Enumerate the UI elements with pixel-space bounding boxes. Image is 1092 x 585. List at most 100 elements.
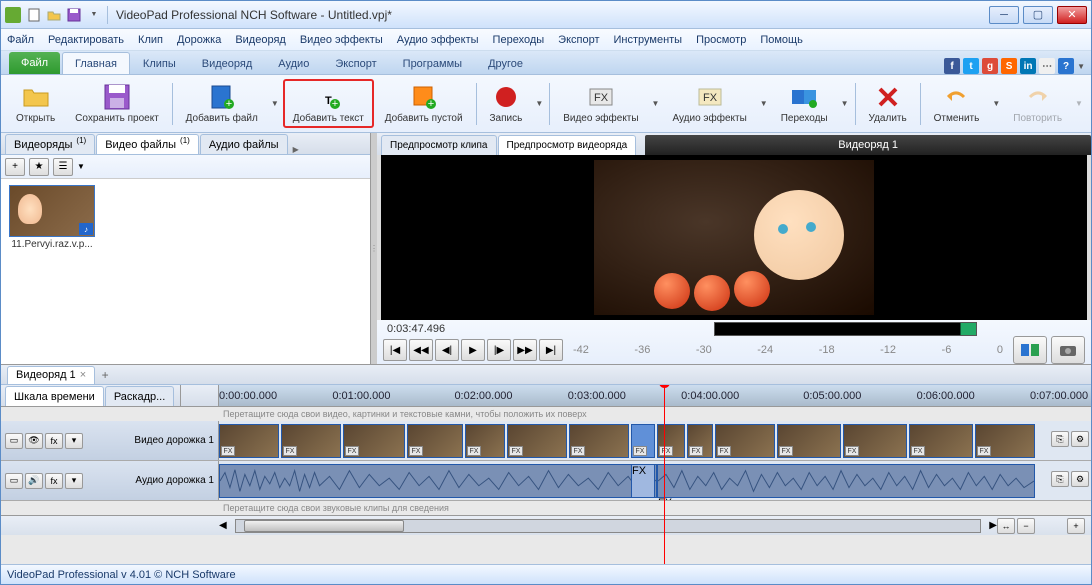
prev-frame-button[interactable]: ◀◀ (409, 339, 433, 361)
atrack-menu-icon[interactable]: ▾ (65, 473, 83, 489)
audio-track-content[interactable]: FX FX ⎘ ⚙ (219, 461, 1091, 500)
zoom-in-button[interactable]: + (1067, 518, 1085, 534)
audio-fx-dropdown[interactable]: ▼ (758, 79, 770, 128)
transitions-button[interactable]: Переходы (772, 79, 837, 128)
playhead[interactable] (664, 385, 665, 564)
track-menu-icon[interactable]: ▾ (65, 433, 83, 449)
menu-view[interactable]: Просмотр (696, 34, 746, 46)
open-button[interactable]: Открыть (7, 79, 64, 128)
zoom-fit-button[interactable]: ↔ (997, 518, 1015, 534)
bin-view-dropdown[interactable]: ▼ (77, 162, 85, 171)
track-fx-icon[interactable]: fx (45, 433, 63, 449)
ribbon-tab-programs[interactable]: Программы (390, 52, 475, 74)
qat-new-icon[interactable] (25, 6, 43, 24)
menu-track[interactable]: Дорожка (177, 34, 221, 46)
add-file-button[interactable]: + Добавить файл (177, 79, 267, 128)
ribbon-tab-file[interactable]: Файл (9, 52, 60, 74)
menu-export[interactable]: Экспорт (558, 34, 599, 46)
track-mute-icon[interactable]: ▭ (5, 433, 23, 449)
twitter-icon[interactable]: t (963, 58, 979, 74)
scroll-left-icon[interactable]: ◀ (219, 520, 227, 531)
preview-viewport[interactable] (381, 155, 1087, 320)
qat-save-icon[interactable] (65, 6, 83, 24)
track-view-icon[interactable]: 👁 (25, 433, 43, 449)
close-button[interactable]: ✕ (1057, 6, 1087, 24)
video-fx-button[interactable]: FX Видео эффекты (554, 79, 647, 128)
ribbon-tab-audio[interactable]: Аудио (265, 52, 322, 74)
minimize-button[interactable]: ─ (989, 6, 1019, 24)
menu-videofx[interactable]: Видео эффекты (300, 34, 383, 46)
transitions-dropdown[interactable]: ▼ (839, 79, 851, 128)
googleplus-icon[interactable]: g (982, 58, 998, 74)
add-text-button[interactable]: T+ Добавить текст (283, 79, 374, 128)
next-frame-button[interactable]: ▶▶ (513, 339, 537, 361)
add-file-dropdown[interactable]: ▼ (269, 79, 281, 128)
preview-tab-sequence[interactable]: Предпросмотр видеоряда (498, 135, 637, 155)
atrack-mute-icon[interactable]: ▭ (5, 473, 23, 489)
atrack-opts-icon[interactable]: ⚙ (1071, 471, 1089, 487)
redo-dropdown[interactable]: ▼ (1073, 79, 1085, 128)
atrack-solo-icon[interactable]: 🔊 (25, 473, 43, 489)
redo-button[interactable]: Повторить (1004, 79, 1071, 128)
menu-sequence[interactable]: Видеоряд (235, 34, 286, 46)
ribbon-tab-export[interactable]: Экспорт (322, 52, 389, 74)
ribbon-tab-sequence[interactable]: Видеоряд (189, 52, 266, 74)
delete-button[interactable]: Удалить (860, 79, 916, 128)
sequence-tab[interactable]: Видеоряд 1× (7, 366, 95, 384)
step-fwd-button[interactable]: |▶ (487, 339, 511, 361)
linkedin-icon[interactable]: in (1020, 58, 1036, 74)
menu-help[interactable]: Помощь (760, 34, 803, 46)
ribbon-tab-clips[interactable]: Клипы (130, 52, 189, 74)
save-project-button[interactable]: Сохранить проект (66, 79, 168, 128)
track-opts-icon[interactable]: ⚙ (1071, 431, 1089, 447)
menu-tools[interactable]: Инструменты (614, 34, 683, 46)
ribbon-tab-main[interactable]: Главная (62, 52, 130, 74)
step-back-button[interactable]: ◀| (435, 339, 459, 361)
clip-thumbnail[interactable]: ♪ 11.Pervyi.raz.v.p... (7, 185, 97, 250)
atrack-link-icon[interactable]: ⎘ (1051, 471, 1069, 487)
audio-fx-button[interactable]: FX Аудио эффекты (664, 79, 756, 128)
timeline-tab-storyboard[interactable]: Раскадр... (105, 386, 174, 406)
help-dropdown-icon[interactable]: ▼ (1077, 62, 1085, 71)
menu-transitions[interactable]: Переходы (493, 34, 545, 46)
ribbon-tab-other[interactable]: Другое (475, 52, 536, 74)
record-button[interactable]: Запись (481, 79, 532, 128)
skip-start-button[interactable]: |◀ (383, 339, 407, 361)
share-icon[interactable]: ⋯ (1039, 58, 1055, 74)
facebook-icon[interactable]: f (944, 58, 960, 74)
timeline-scrollbar[interactable] (235, 519, 982, 533)
undo-dropdown[interactable]: ▼ (990, 79, 1002, 128)
add-sequence-button[interactable]: + (95, 368, 115, 382)
bin-tab-video[interactable]: Видео файлы(1) (96, 134, 199, 154)
video-track-content[interactable]: FX FX FX FX FX FX FX FX FX FX FX FX FX F… (219, 421, 1091, 460)
add-blank-button[interactable]: + Добавить пустой (376, 79, 472, 128)
track-link-icon[interactable]: ⎘ (1051, 431, 1069, 447)
help-icon[interactable]: ? (1058, 58, 1074, 74)
snapshot-button[interactable] (1051, 336, 1085, 364)
atrack-fx-icon[interactable]: fx (45, 473, 63, 489)
zoom-out-button[interactable]: − (1017, 518, 1035, 534)
qat-open-icon[interactable] (45, 6, 63, 24)
stumble-icon[interactable]: S (1001, 58, 1017, 74)
bin-star-icon[interactable]: ★ (29, 158, 49, 176)
menu-file[interactable]: Файл (7, 34, 34, 46)
menu-clip[interactable]: Клип (138, 34, 163, 46)
preview-tab-clip[interactable]: Предпросмотр клипа (381, 135, 497, 155)
menu-edit[interactable]: Редактировать (48, 34, 124, 46)
record-dropdown[interactable]: ▼ (533, 79, 545, 128)
menu-audiofx[interactable]: Аудио эффекты (397, 34, 479, 46)
bin-content[interactable]: ♪ 11.Pervyi.raz.v.p... (1, 179, 370, 364)
dual-preview-button[interactable] (1013, 336, 1047, 364)
timeline-ruler[interactable]: 0:00:00.000 0:01:00.000 0:02:00.000 0:03… (219, 385, 1091, 406)
video-fx-dropdown[interactable]: ▼ (650, 79, 662, 128)
play-button[interactable]: ▶ (461, 339, 485, 361)
bin-list-icon[interactable]: ☰ (53, 158, 73, 176)
scrollbar-thumb[interactable] (244, 520, 404, 532)
skip-end-button[interactable]: ▶| (539, 339, 563, 361)
undo-button[interactable]: Отменить (925, 79, 989, 128)
scroll-right-icon[interactable]: ▶ (989, 520, 997, 531)
bin-tab-audio[interactable]: Аудио файлы (200, 134, 288, 154)
timeline-tab-scale[interactable]: Шкала времени (5, 386, 104, 406)
bin-add-icon[interactable]: + (5, 158, 25, 176)
maximize-button[interactable]: ▢ (1023, 6, 1053, 24)
